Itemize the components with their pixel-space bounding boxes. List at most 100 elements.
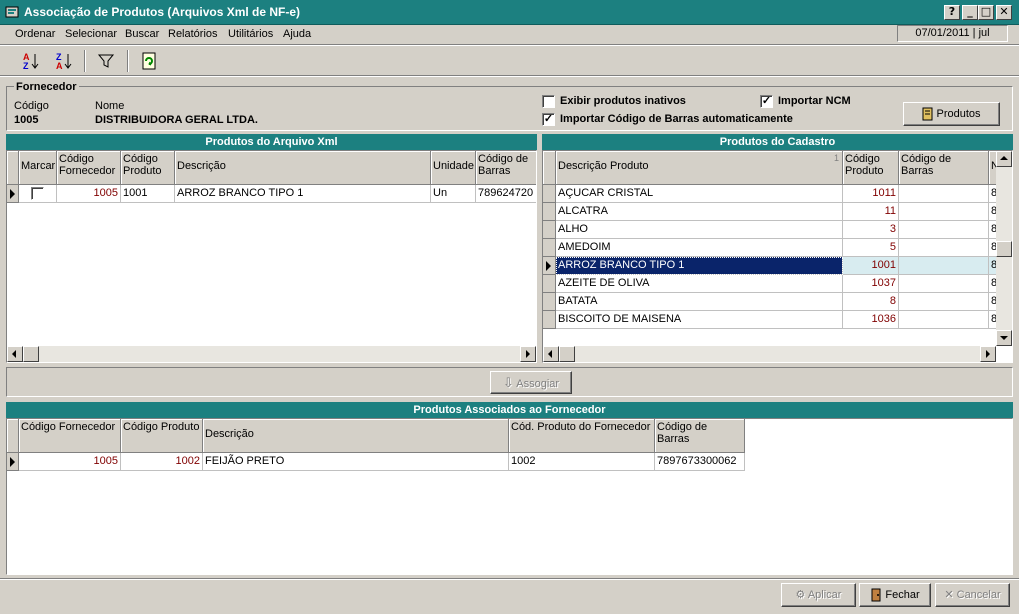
fechar-button[interactable]: Fechar xyxy=(859,583,931,607)
scroll-thumb[interactable] xyxy=(23,346,39,362)
aplicar-button[interactable]: ⚙ Aplicar xyxy=(781,583,856,607)
col-descricao[interactable]: Descrição xyxy=(203,419,509,453)
xml-grid[interactable]: Marcar Código Fornecedor Código Produto … xyxy=(6,150,537,363)
menu-ajuda[interactable]: Ajuda xyxy=(283,28,311,40)
table-row-cod-fornecedor[interactable]: 1005 xyxy=(19,453,121,471)
scroll-up-button[interactable] xyxy=(996,151,1012,167)
scroll-down-button[interactable] xyxy=(996,330,1012,346)
row-indicator xyxy=(543,221,556,239)
col-cod-fornecedor[interactable]: Código Fornecedor xyxy=(57,151,121,185)
table-row-barras[interactable] xyxy=(899,311,989,329)
exibir-inativos-label: Exibir produtos inativos xyxy=(560,95,686,107)
table-row-descricao[interactable]: BATATA xyxy=(556,293,843,311)
table-row-barras[interactable] xyxy=(899,257,989,275)
table-row-descricao[interactable]: ARROZ BRANCO TIPO 1 xyxy=(556,257,843,275)
importar-ncm-label: Importar NCM xyxy=(778,95,851,107)
col-codigo-produto[interactable]: Código Produto xyxy=(843,151,899,185)
produtos-button[interactable]: Produtos xyxy=(903,102,1000,126)
col-descricao-produto[interactable]: Descrição Produto 1 xyxy=(556,151,843,185)
row-indicator xyxy=(543,185,556,203)
sort-asc-icon[interactable]: AZ xyxy=(20,50,42,72)
table-row-barras[interactable] xyxy=(899,221,989,239)
row-indicator xyxy=(7,453,19,471)
menu-selecionar[interactable]: Selecionar xyxy=(65,28,117,40)
scroll-left-button[interactable] xyxy=(7,346,23,362)
table-row-barras[interactable]: 7897673300062 xyxy=(655,453,745,471)
col-codigo-barras[interactable]: Código de Barras xyxy=(899,151,989,185)
table-row-codigo[interactable]: 3 xyxy=(843,221,899,239)
table-row-codigo[interactable]: 1001 xyxy=(843,257,899,275)
table-row-barras[interactable] xyxy=(899,293,989,311)
table-row-barras[interactable] xyxy=(899,275,989,293)
app-icon xyxy=(5,6,19,18)
help-button[interactable]: ? xyxy=(944,5,960,20)
table-row-codigo[interactable]: 8 xyxy=(843,293,899,311)
xml-hscrollbar[interactable] xyxy=(7,346,536,362)
toolbar-separator xyxy=(127,50,129,72)
menu-utilitarios[interactable]: Utilitários xyxy=(228,28,273,40)
scroll-thumb[interactable] xyxy=(559,346,575,362)
table-row-codigo[interactable]: 11 xyxy=(843,203,899,221)
scroll-right-button[interactable] xyxy=(980,346,996,362)
row-indicator xyxy=(7,185,19,203)
apply-icon: ⚙ xyxy=(795,589,806,601)
col-cod-produto[interactable]: Código Produto xyxy=(121,419,203,453)
sort-desc-icon[interactable]: ZA xyxy=(53,50,75,72)
col-unidade[interactable]: Unidade xyxy=(431,151,476,185)
importar-barras-label: Importar Código de Barras automaticament… xyxy=(560,113,793,125)
cadastro-grid[interactable]: Descrição Produto 1 Código Produto Códig… xyxy=(542,150,1013,363)
table-row-codigo[interactable]: 1037 xyxy=(843,275,899,293)
scroll-thumb[interactable] xyxy=(996,241,1012,257)
table-row-descricao[interactable]: AÇUCAR CRISTAL xyxy=(556,185,843,203)
exibir-inativos-checkbox[interactable] xyxy=(542,95,555,108)
table-row-descricao[interactable]: AMEDOIM xyxy=(556,239,843,257)
table-row-barras[interactable] xyxy=(899,239,989,257)
col-cod-fornecedor[interactable]: Código Fornecedor xyxy=(19,419,121,453)
table-row-cod-prod-forn[interactable]: 1002 xyxy=(509,453,655,471)
table-row-barras[interactable] xyxy=(899,203,989,221)
minimize-button[interactable]: _ xyxy=(962,5,978,20)
cadastro-vscrollbar[interactable] xyxy=(996,151,1012,346)
assoc-grid[interactable]: Código Fornecedor Código Produto Descriç… xyxy=(6,418,1013,575)
associar-button[interactable]: ⇩ Assogiar xyxy=(490,371,572,394)
menu-relatorios[interactable]: Relatórios xyxy=(168,28,218,40)
col-marcar[interactable]: Marcar xyxy=(19,151,57,185)
table-row-descricao[interactable]: BISCOITO DE MAISENA xyxy=(556,311,843,329)
table-row-descricao[interactable]: ARROZ BRANCO TIPO 1 xyxy=(175,185,431,203)
table-row-marcar[interactable] xyxy=(19,185,57,203)
table-row-codigo[interactable]: 5 xyxy=(843,239,899,257)
table-row-codigo[interactable]: 1036 xyxy=(843,311,899,329)
col-barras[interactable]: Código de Barras xyxy=(655,419,745,453)
title-bar[interactable]: Associação de Produtos (Arquivos Xml de … xyxy=(0,0,1019,25)
refresh-icon[interactable] xyxy=(138,50,160,72)
maximize-button[interactable]: □ xyxy=(978,5,994,20)
col-cod-produto[interactable]: Código Produto xyxy=(121,151,175,185)
col-barras[interactable]: Código de Barras xyxy=(476,151,536,185)
col-descricao[interactable]: Descrição xyxy=(175,151,431,185)
table-row-cod-produto[interactable]: 1001 xyxy=(121,185,175,203)
table-row-unidade[interactable]: Un xyxy=(431,185,476,203)
importar-barras-checkbox[interactable]: ✓ xyxy=(542,113,555,126)
table-row-cod-produto[interactable]: 1002 xyxy=(121,453,203,471)
col-cod-prod-forn[interactable]: Cód. Produto do Fornecedor xyxy=(509,419,655,453)
cadastro-hscrollbar[interactable] xyxy=(543,346,996,362)
table-row-cod-fornecedor[interactable]: 1005 xyxy=(57,185,121,203)
table-row-codigo[interactable]: 1011 xyxy=(843,185,899,203)
table-row-barras[interactable]: 789624720 xyxy=(476,185,536,203)
table-row-descricao[interactable]: ALHO xyxy=(556,221,843,239)
svg-text:Z: Z xyxy=(23,61,29,71)
table-row-descricao[interactable]: AZEITE DE OLIVA xyxy=(556,275,843,293)
menu-buscar[interactable]: Buscar xyxy=(125,28,159,40)
cancel-icon: ✕ xyxy=(944,589,954,601)
cancelar-button[interactable]: ✕ Cancelar xyxy=(935,583,1010,607)
scroll-left-button[interactable] xyxy=(543,346,559,362)
close-button[interactable]: ✕ xyxy=(996,5,1012,20)
table-row-descricao[interactable]: FEIJÃO PRETO xyxy=(203,453,509,471)
sort-indicator: 1 xyxy=(833,153,839,163)
filter-icon[interactable] xyxy=(95,50,117,72)
table-row-descricao[interactable]: ALCATRA xyxy=(556,203,843,221)
menu-ordenar[interactable]: Ordenar xyxy=(15,28,55,40)
table-row-barras[interactable] xyxy=(899,185,989,203)
scroll-right-button[interactable] xyxy=(520,346,536,362)
importar-ncm-checkbox[interactable]: ✓ xyxy=(760,95,773,108)
